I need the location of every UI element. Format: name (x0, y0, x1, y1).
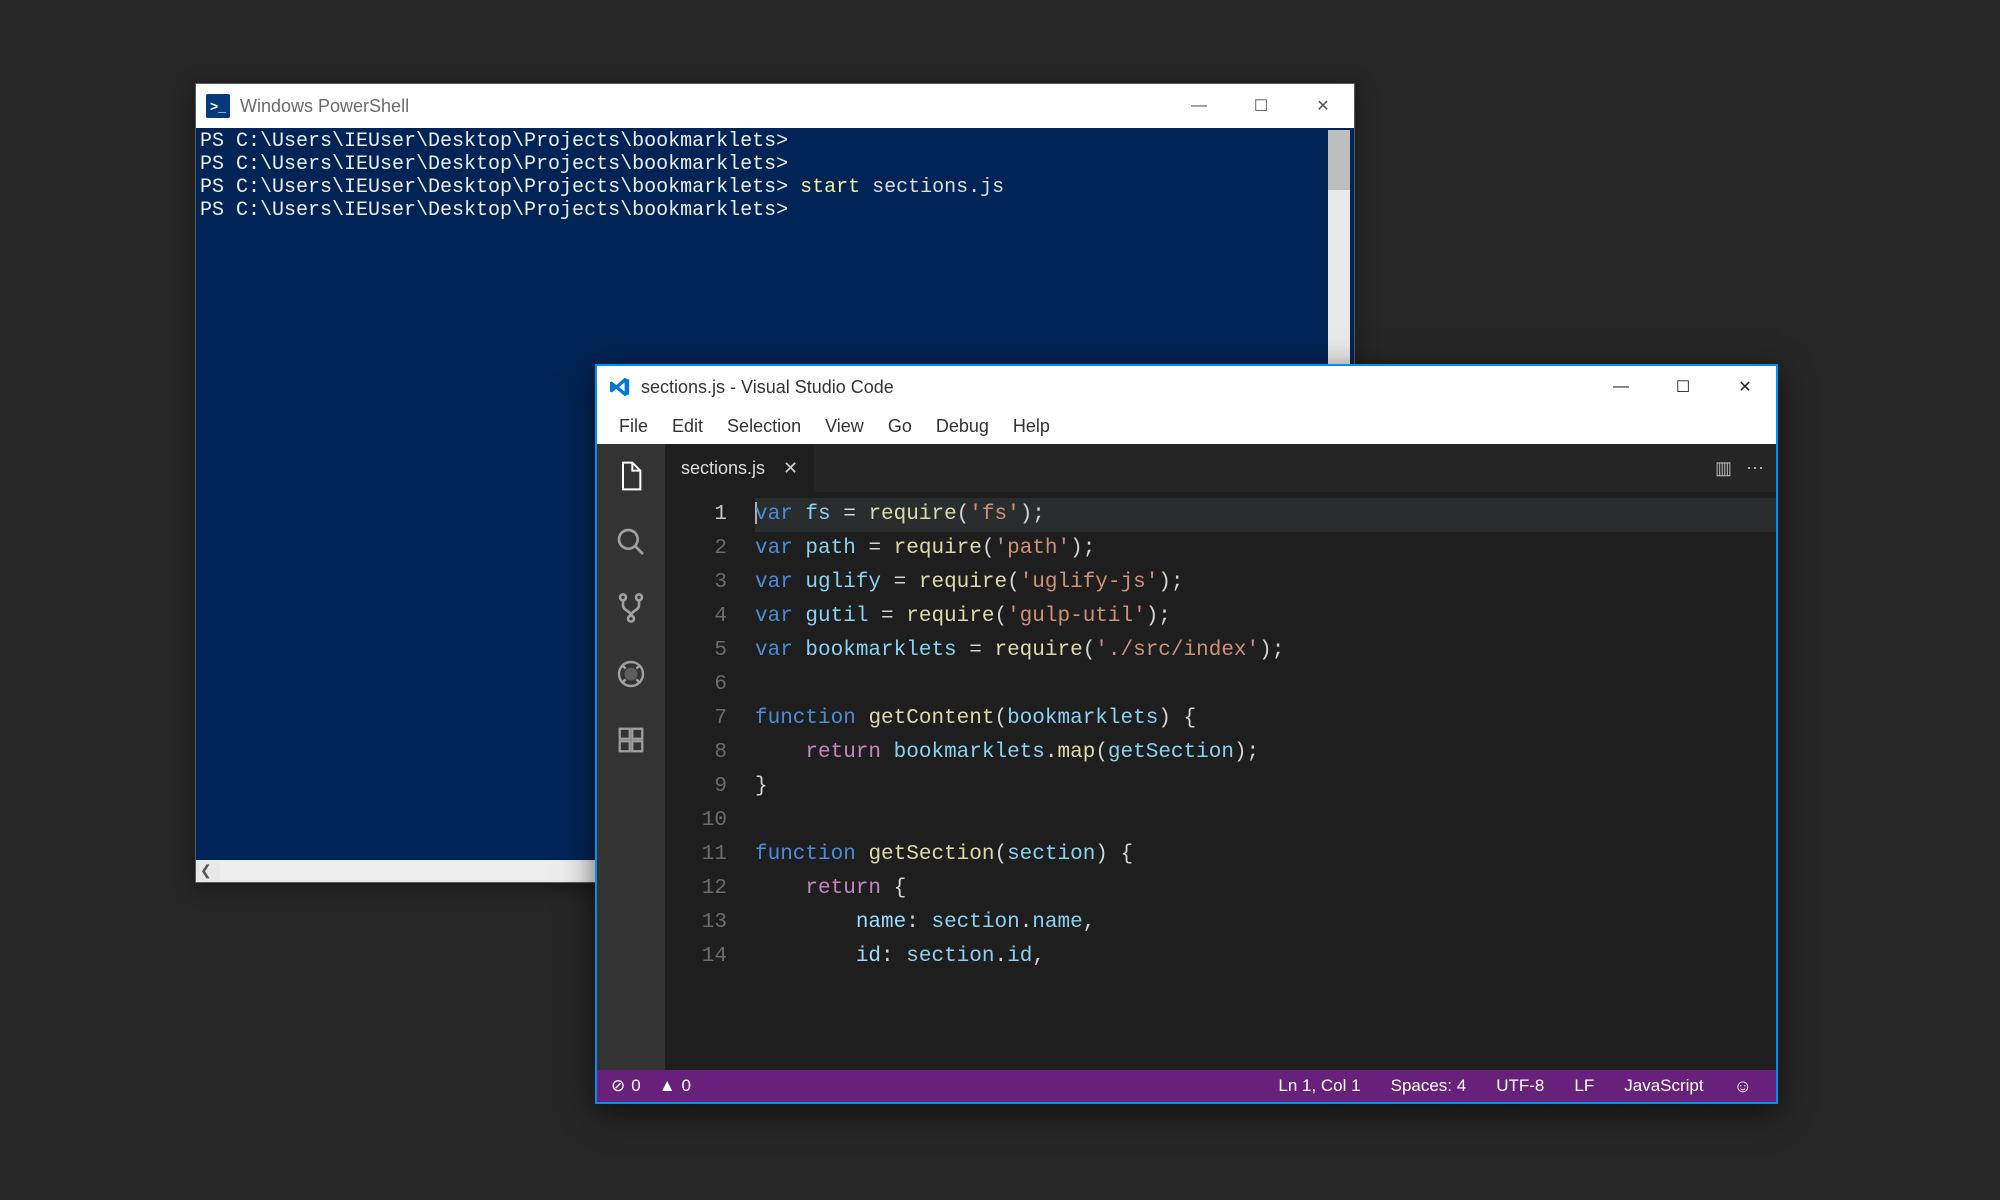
status-problems[interactable]: ⊘ 0 ▲ 0 (611, 1076, 691, 1096)
tab-label: sections.js (681, 458, 765, 479)
status-ln-col[interactable]: Ln 1, Col 1 (1268, 1076, 1370, 1096)
minimize-button[interactable]: — (1590, 366, 1652, 408)
close-button[interactable]: ✕ (1714, 366, 1776, 408)
powershell-titlebar[interactable]: >_ Windows PowerShell — ☐ ✕ (196, 84, 1354, 128)
vscode-editor[interactable]: 1234567891011121314 var fs = require('fs… (665, 492, 1776, 1070)
status-language[interactable]: JavaScript (1614, 1076, 1713, 1096)
scroll-left-arrow-icon[interactable]: ❮ (200, 862, 212, 879)
status-eol[interactable]: LF (1564, 1076, 1604, 1096)
vscode-main: sections.js ✕ ▥ ⋯ 1234567891011121314 va… (597, 444, 1776, 1070)
vscode-title: sections.js - Visual Studio Code (641, 377, 894, 398)
minimize-button[interactable]: — (1168, 84, 1230, 128)
vscode-tabs: sections.js ✕ ▥ ⋯ (665, 444, 1776, 492)
vscode-titlebar[interactable]: sections.js - Visual Studio Code — ☐ ✕ (597, 366, 1776, 408)
vscode-statusbar: ⊘ 0 ▲ 0 Ln 1, Col 1 Spaces: 4 UTF-8 LF J… (597, 1070, 1776, 1102)
tab-sections-js[interactable]: sections.js ✕ (665, 444, 815, 492)
debug-icon[interactable] (613, 656, 649, 692)
errors-icon: ⊘ (611, 1076, 625, 1096)
status-spaces[interactable]: Spaces: 4 (1381, 1076, 1477, 1096)
vscode-editor-area: sections.js ✕ ▥ ⋯ 1234567891011121314 va… (665, 444, 1776, 1070)
menu-edit[interactable]: Edit (660, 412, 715, 441)
files-icon[interactable] (613, 458, 649, 494)
code-content[interactable]: var fs = require('fs');var path = requir… (745, 492, 1776, 1070)
line-number-gutter: 1234567891011121314 (665, 492, 745, 1070)
feedback-icon[interactable]: ☺ (1724, 1076, 1762, 1097)
scrollbar-thumb[interactable] (1328, 130, 1350, 190)
vscode-activitybar (597, 444, 665, 1070)
menu-go[interactable]: Go (876, 412, 924, 441)
errors-count: 0 (631, 1076, 640, 1096)
status-encoding[interactable]: UTF-8 (1486, 1076, 1554, 1096)
menu-selection[interactable]: Selection (715, 412, 813, 441)
menu-help[interactable]: Help (1001, 412, 1062, 441)
search-icon[interactable] (613, 524, 649, 560)
close-button[interactable]: ✕ (1292, 84, 1354, 128)
split-editor-icon[interactable]: ▥ (1715, 458, 1732, 479)
extensions-icon[interactable] (613, 722, 649, 758)
menu-file[interactable]: File (607, 412, 660, 441)
menu-view[interactable]: View (813, 412, 876, 441)
tab-close-icon[interactable]: ✕ (783, 458, 798, 479)
warnings-count: 0 (682, 1076, 691, 1096)
maximize-button[interactable]: ☐ (1230, 84, 1292, 128)
maximize-button[interactable]: ☐ (1652, 366, 1714, 408)
menu-debug[interactable]: Debug (924, 412, 1001, 441)
vscode-menubar: FileEditSelectionViewGoDebugHelp (597, 408, 1776, 444)
powershell-icon: >_ (206, 94, 230, 118)
more-actions-icon[interactable]: ⋯ (1746, 458, 1764, 479)
powershell-title: Windows PowerShell (240, 96, 409, 117)
vscode-icon (609, 376, 631, 398)
git-icon[interactable] (613, 590, 649, 626)
vscode-window: sections.js - Visual Studio Code — ☐ ✕ F… (595, 364, 1778, 1104)
warnings-icon: ▲ (659, 1076, 676, 1096)
